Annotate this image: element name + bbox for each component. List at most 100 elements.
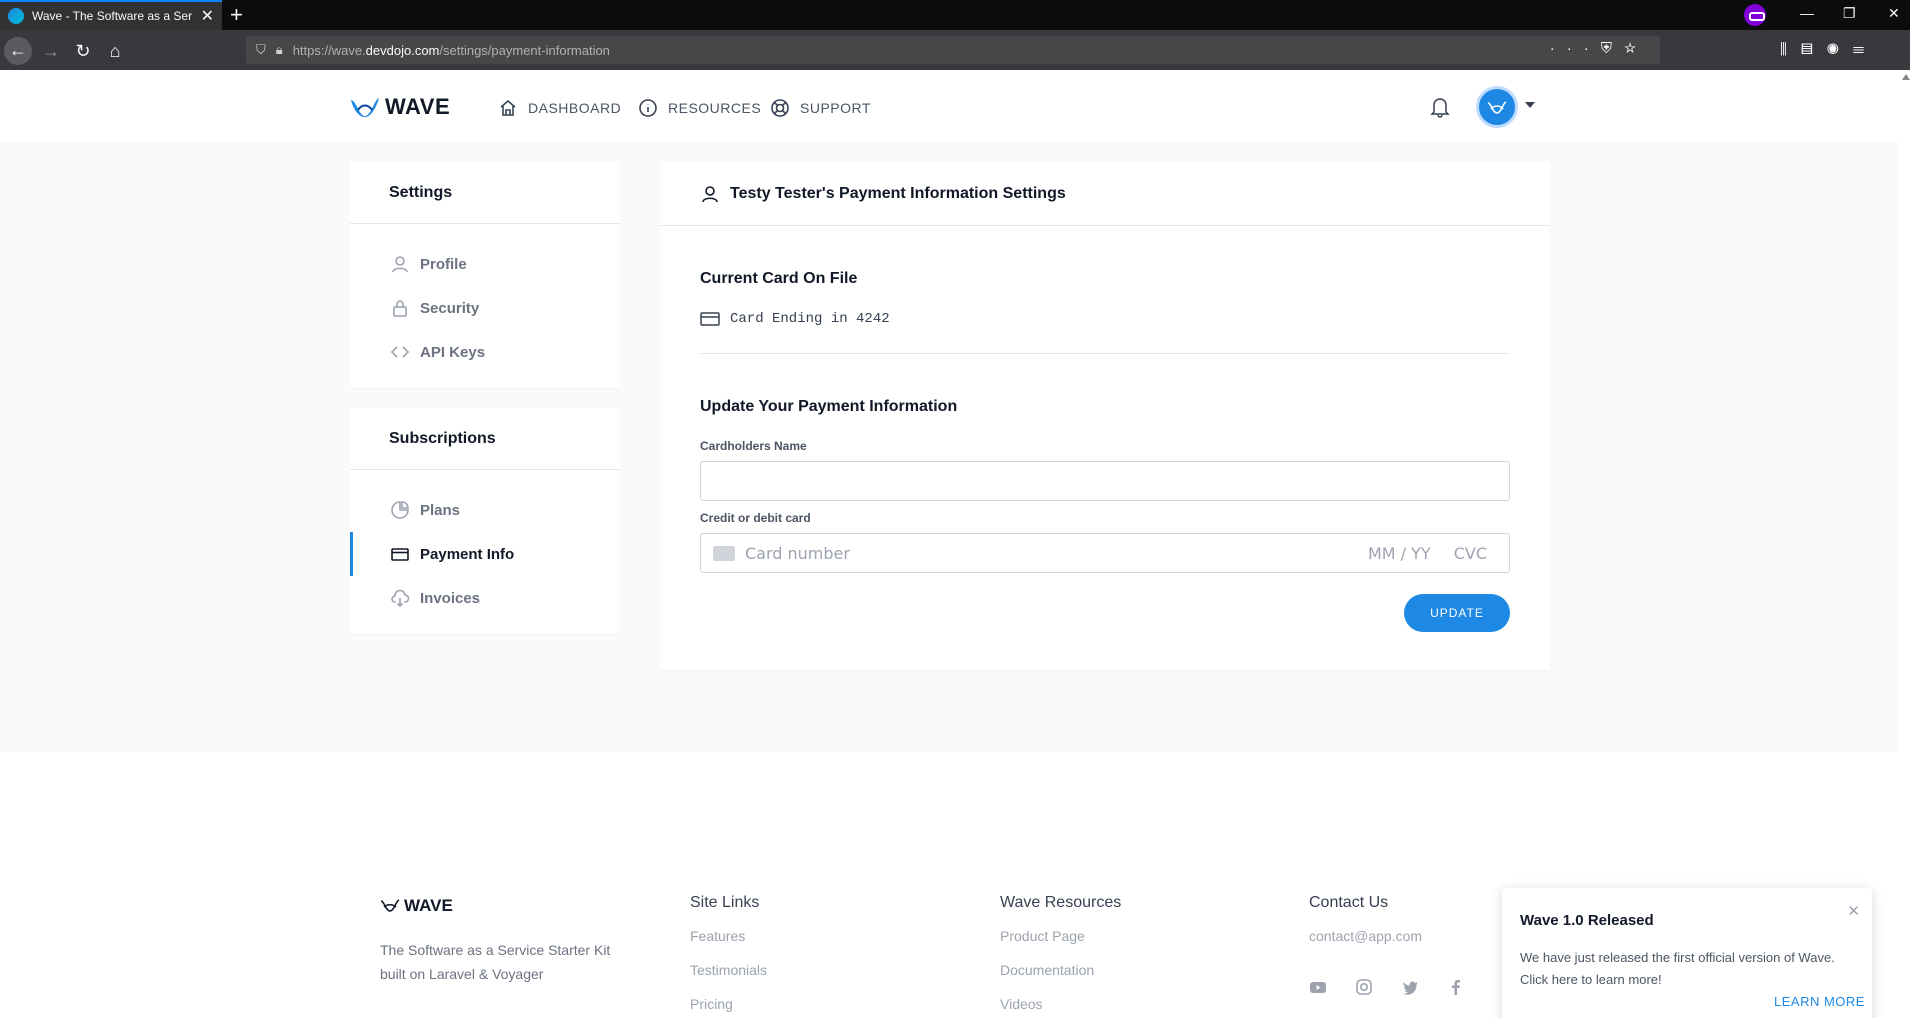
forward-button[interactable]: → bbox=[38, 38, 64, 64]
footer-column-title: Wave Resources bbox=[1000, 894, 1122, 911]
subscriptions-menu: Subscriptions Plans Payment Info Invoice… bbox=[350, 408, 620, 634]
divider bbox=[700, 353, 1510, 354]
wave-logo-icon bbox=[380, 899, 400, 912]
minimize-button[interactable]: — bbox=[1800, 5, 1814, 21]
nav-dashboard[interactable]: DASHBOARD bbox=[498, 98, 621, 118]
bell-icon[interactable] bbox=[1430, 96, 1450, 118]
code-icon bbox=[390, 346, 410, 358]
footer-site-links: Site Links Features Testimonials Pricing bbox=[690, 894, 767, 1018]
footer-link-documentation[interactable]: Documentation bbox=[1000, 960, 1121, 994]
sidebar-item-api-keys[interactable]: API Keys bbox=[350, 330, 620, 374]
current-card: Card Ending in 4242 bbox=[700, 311, 890, 327]
address-bar[interactable]: ⛉ 🔒︎ https://wave.devdojo.com/settings/p… bbox=[246, 36, 1660, 64]
announcement-toast[interactable]: Wave 1.0 Released We have just released … bbox=[1502, 888, 1872, 1018]
user-menu-caret-icon[interactable] bbox=[1525, 102, 1535, 108]
wave-logo[interactable]: WAVE bbox=[350, 94, 450, 120]
browser-toolbar: ← → ↻ ⌂ ⛉ 🔒︎ https://wave.devdojo.com/se… bbox=[0, 30, 1910, 70]
footer-column-title: Contact Us bbox=[1309, 894, 1389, 911]
learn-more-link[interactable]: LEARN MORE bbox=[1774, 994, 1865, 1009]
youtube-icon[interactable] bbox=[1309, 978, 1327, 996]
credit-card-icon bbox=[700, 312, 720, 326]
wave-favicon-icon bbox=[8, 8, 24, 24]
page-title-text: Testy Tester's Payment Information Setti… bbox=[730, 184, 1066, 202]
browser-tab-strip: Wave - The Software as a Service ✕ + — ❐… bbox=[0, 0, 1910, 30]
facebook-icon[interactable] bbox=[1447, 978, 1465, 996]
card-number-field[interactable]: Card number MM / YY CVC bbox=[700, 533, 1510, 573]
wave-logo-icon bbox=[351, 98, 379, 117]
avatar-wave-icon bbox=[1487, 101, 1507, 114]
nav-resources-label: RESOURCES bbox=[668, 100, 762, 116]
reload-button[interactable]: ↻ bbox=[70, 38, 96, 64]
sidebar-item-invoices[interactable]: Invoices bbox=[350, 576, 620, 620]
user-icon bbox=[392, 256, 408, 273]
social-links bbox=[1309, 978, 1465, 996]
footer-description: The Software as a Service Starter Kit bu… bbox=[380, 942, 611, 982]
cardholder-name-field[interactable] bbox=[700, 461, 1510, 501]
page-actions[interactable]: ···⛨☆ bbox=[1550, 40, 1648, 57]
browser-tab[interactable]: Wave - The Software as a Service ✕ bbox=[0, 0, 222, 30]
sidebar-item-label: Security bbox=[420, 299, 480, 317]
toast-title: Wave 1.0 Released bbox=[1520, 912, 1654, 929]
nav-support-label: SUPPORT bbox=[800, 100, 871, 116]
home-icon bbox=[500, 99, 516, 116]
card-cvc-placeholder[interactable]: CVC bbox=[1454, 544, 1487, 563]
tab-close-icon[interactable]: ✕ bbox=[201, 6, 214, 26]
footer-link-pricing[interactable]: Pricing bbox=[690, 994, 767, 1018]
lock-icon[interactable]: 🔒︎ bbox=[276, 42, 283, 58]
sidebar-item-label: Profile bbox=[420, 255, 467, 273]
sidebar-item-profile[interactable]: Profile bbox=[350, 242, 620, 286]
footer-resources: Wave Resources Product Page Documentatio… bbox=[1000, 894, 1121, 1018]
sidebar-item-label: API Keys bbox=[420, 343, 486, 361]
cardholder-name-label: Cardholders Name bbox=[700, 439, 807, 453]
card-expiry-placeholder[interactable]: MM / YY bbox=[1368, 544, 1431, 563]
logo-text: WAVE bbox=[385, 94, 451, 119]
avatar[interactable] bbox=[1476, 86, 1518, 128]
instagram-icon[interactable] bbox=[1355, 978, 1373, 996]
home-button[interactable]: ⌂ bbox=[102, 38, 128, 64]
footer-link-product-page[interactable]: Product Page bbox=[1000, 926, 1121, 960]
user-icon bbox=[702, 185, 718, 202]
footer-link-features[interactable]: Features bbox=[690, 926, 767, 960]
url-text[interactable]: https://wave.devdojo.com/settings/paymen… bbox=[293, 43, 610, 58]
card-field-label: Credit or debit card bbox=[700, 511, 811, 525]
sidebar-item-plans[interactable]: Plans bbox=[350, 488, 620, 532]
update-button[interactable]: UPDATE bbox=[1404, 594, 1510, 632]
sidebar-item-payment-info[interactable]: Payment Info bbox=[350, 532, 620, 576]
footer-link-videos[interactable]: Videos bbox=[1000, 994, 1121, 1018]
back-button[interactable]: ← bbox=[4, 37, 32, 65]
lifebuoy-icon bbox=[771, 99, 789, 117]
settings-heading: Settings bbox=[350, 162, 620, 224]
lock-icon bbox=[393, 300, 407, 317]
card-ending-text: Card Ending in 4242 bbox=[730, 311, 890, 327]
new-tab-button[interactable]: + bbox=[230, 2, 243, 28]
footer-contact-email[interactable]: contact@app.com bbox=[1309, 926, 1422, 960]
current-card-heading: Current Card On File bbox=[700, 270, 858, 287]
toast-message[interactable]: We have just released the first official… bbox=[1520, 947, 1860, 991]
toolbar-right-icons[interactable]: ⫼▤◉☰ bbox=[1780, 41, 1878, 58]
pie-chart-icon bbox=[391, 501, 409, 519]
scrollbar[interactable] bbox=[1898, 70, 1910, 1018]
footer-link-testimonials[interactable]: Testimonials bbox=[690, 960, 767, 994]
info-icon bbox=[639, 99, 657, 117]
card-number-placeholder[interactable]: Card number bbox=[745, 544, 850, 563]
nav-support[interactable]: SUPPORT bbox=[770, 98, 871, 118]
close-window-button[interactable]: ✕ bbox=[1888, 5, 1900, 22]
footer-logo[interactable]: WAVE bbox=[380, 896, 453, 916]
nav-dashboard-label: DASHBOARD bbox=[528, 100, 622, 116]
card-brand-icon bbox=[713, 545, 735, 561]
sidebar-item-label: Plans bbox=[420, 501, 461, 519]
sidebar-item-label: Invoices bbox=[420, 589, 481, 607]
footer-column-title: Site Links bbox=[690, 894, 760, 911]
nav-resources[interactable]: RESOURCES bbox=[638, 98, 761, 118]
twitter-icon[interactable] bbox=[1401, 978, 1419, 996]
restore-button[interactable]: ❐ bbox=[1843, 5, 1856, 22]
sidebar-item-label: Payment Info bbox=[420, 545, 515, 563]
close-icon[interactable]: ✕ bbox=[1847, 902, 1860, 920]
footer-logo-text: WAVE bbox=[404, 896, 453, 915]
tab-title: Wave - The Software as a Service bbox=[32, 9, 192, 23]
sidebar-item-security[interactable]: Security bbox=[350, 286, 620, 330]
shield-icon[interactable]: ⛉ bbox=[256, 42, 266, 58]
footer-contact: Contact Us contact@app.com bbox=[1309, 894, 1422, 960]
app-header: WAVE DASHBOARD RESOURCES SUPPORT bbox=[0, 70, 1910, 142]
page-title: Testy Tester's Payment Information Setti… bbox=[660, 162, 1550, 226]
